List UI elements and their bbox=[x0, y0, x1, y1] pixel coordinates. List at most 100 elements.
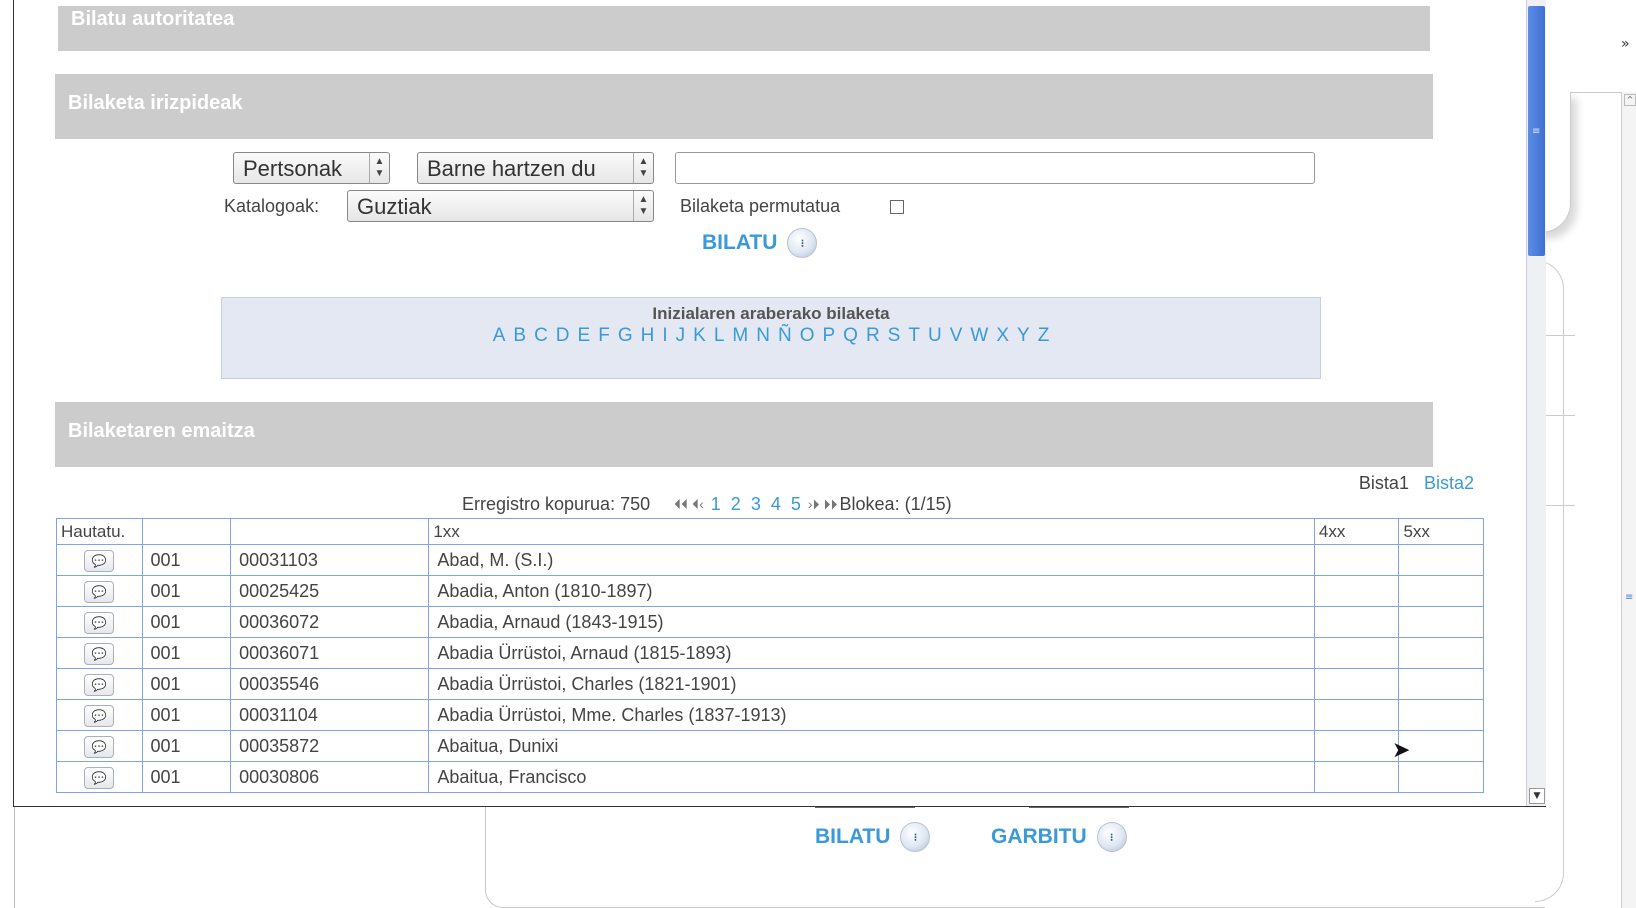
page-link[interactable]: 5 bbox=[791, 494, 801, 514]
table-row: 💬 001 00025425 Abadia, Anton (1810-1897) bbox=[56, 575, 1484, 607]
initial-letter-link[interactable]: C bbox=[534, 325, 548, 346]
initial-letter-link[interactable]: I bbox=[662, 325, 667, 346]
select-cell: 💬 bbox=[56, 637, 143, 669]
select-record-icon[interactable]: 💬 bbox=[84, 704, 115, 727]
id-cell: 00031103 bbox=[230, 544, 430, 576]
5xx-cell bbox=[1398, 668, 1484, 700]
criteria-title: Bilaketa irizpideak bbox=[68, 92, 243, 114]
first-page-icon[interactable]: ⏴⏴ bbox=[674, 496, 688, 513]
permuted-search-checkbox[interactable] bbox=[890, 200, 904, 214]
initial-letter-link[interactable]: Z bbox=[1038, 325, 1050, 346]
background-divider bbox=[1545, 505, 1575, 506]
previous-page-icon[interactable]: ⏴‹ bbox=[692, 496, 704, 513]
select-record-icon[interactable]: 💬 bbox=[84, 642, 115, 665]
initial-letter-link[interactable]: V bbox=[950, 325, 963, 346]
initial-letter-link[interactable]: Ñ bbox=[778, 325, 792, 346]
initial-letter-link[interactable]: K bbox=[693, 325, 706, 346]
initial-letter-link[interactable]: Q bbox=[843, 325, 858, 346]
4xx-cell bbox=[1313, 730, 1400, 762]
5xx-cell bbox=[1398, 761, 1484, 793]
initial-letter-link[interactable]: Y bbox=[1017, 325, 1030, 346]
initial-letter-link[interactable]: F bbox=[598, 325, 610, 346]
table-row: 💬 001 00035546 Abadia Ürrüstoi, Charles (18… bbox=[56, 668, 1484, 700]
catalog-select[interactable]: Guztiak ▲ ▼ bbox=[347, 190, 654, 222]
dots-icon: ⁝ bbox=[1096, 822, 1127, 852]
initial-letter-link[interactable]: B bbox=[513, 325, 526, 346]
initial-letter-link[interactable]: D bbox=[556, 325, 570, 346]
initial-letter-link[interactable]: R bbox=[866, 325, 880, 346]
initial-letter-link[interactable]: U bbox=[928, 325, 942, 346]
code-cell: 001 bbox=[141, 668, 232, 700]
page-link[interactable]: 4 bbox=[771, 494, 781, 514]
initial-letter-link[interactable]: M bbox=[732, 325, 748, 346]
id-cell: 00036071 bbox=[230, 637, 430, 669]
select-record-icon[interactable]: 💬 bbox=[84, 673, 115, 696]
scroll-thumb[interactable]: ≡ bbox=[1528, 6, 1545, 256]
select-record-icon[interactable]: 💬 bbox=[84, 549, 115, 572]
code-cell: 001 bbox=[141, 575, 232, 607]
select-arrows-icon: ▲ ▼ bbox=[633, 191, 653, 221]
id-cell: 00036072 bbox=[230, 606, 430, 638]
scroll-grip-icon: ≡ bbox=[1625, 592, 1634, 603]
page-links: 12345 bbox=[706, 494, 806, 515]
initial-letter-link[interactable]: H bbox=[641, 325, 655, 346]
background-scrollbar[interactable]: ^ ≡ bbox=[1621, 92, 1636, 908]
background-search-button[interactable]: BILATU ⁝ bbox=[815, 822, 931, 852]
select-record-icon[interactable]: 💬 bbox=[84, 580, 115, 603]
select-record-icon[interactable]: 💬 bbox=[84, 611, 115, 634]
search-input[interactable] bbox=[675, 152, 1315, 184]
scroll-grip-icon: ≡ bbox=[1532, 126, 1541, 137]
initial-letter-link[interactable]: E bbox=[578, 325, 591, 346]
catalog-label: Katalogoak: bbox=[224, 196, 320, 216]
page-link[interactable]: 1 bbox=[711, 494, 721, 514]
chevron-right-icon[interactable]: » bbox=[1621, 36, 1630, 52]
last-page-icon[interactable]: ⏵⏵ bbox=[824, 496, 838, 513]
type-select-value: Pertsonak bbox=[243, 156, 343, 181]
page-link[interactable]: 3 bbox=[751, 494, 761, 514]
dots-icon: ⁝ bbox=[900, 822, 931, 852]
select-cell: 💬 bbox=[56, 668, 143, 700]
initial-letter-link[interactable]: A bbox=[493, 325, 506, 346]
initial-letter-link[interactable]: S bbox=[888, 325, 901, 346]
initials-letters: ABCDEFGHIJKLMNÑOPQRSTUVWXYZ bbox=[222, 325, 1320, 347]
name-cell: Abadia Ürrüstoi, Charles (1821-1901) bbox=[428, 668, 1315, 700]
5xx-cell bbox=[1398, 606, 1484, 638]
search-button[interactable]: BILATU ⁝ bbox=[702, 228, 818, 258]
4xx-cell bbox=[1313, 575, 1400, 607]
scroll-up-icon[interactable]: ^ bbox=[1624, 94, 1636, 106]
select-record-icon[interactable]: 💬 bbox=[84, 735, 115, 758]
scroll-down-icon[interactable]: ▼ bbox=[1529, 788, 1545, 804]
record-count: Erregistro kopurua: 750 bbox=[462, 494, 651, 514]
initial-letter-link[interactable]: N bbox=[756, 325, 770, 346]
type-select[interactable]: Pertsonak ▲ ▼ bbox=[233, 152, 390, 184]
initial-letter-link[interactable]: O bbox=[800, 325, 815, 346]
select-cell: 💬 bbox=[56, 544, 143, 576]
initial-letter-link[interactable]: G bbox=[618, 325, 633, 346]
initial-letter-link[interactable]: W bbox=[970, 325, 988, 346]
initial-letter-link[interactable]: P bbox=[822, 325, 835, 346]
initial-letter-link[interactable]: T bbox=[908, 325, 920, 346]
background-search-label: BILATU bbox=[815, 825, 891, 848]
name-cell: Abadia Ürrüstoi, Arnaud (1815-1893) bbox=[428, 637, 1315, 669]
table-row: 💬 001 00031103 Abad, M. (S.I.) bbox=[56, 544, 1484, 576]
initial-letter-link[interactable]: X bbox=[996, 325, 1009, 346]
name-cell: Abadia, Arnaud (1843-1915) bbox=[428, 606, 1315, 638]
mouse-cursor-icon: ➤ bbox=[1392, 738, 1411, 763]
initial-letter-link[interactable]: L bbox=[714, 325, 725, 346]
permuted-search-label: Bilaketa permutatua bbox=[680, 196, 841, 216]
table-row: 💬 001 00036071 Abadia Ürrüstoi, Arnaud (181… bbox=[56, 637, 1484, 669]
name-cell: Abad, M. (S.I.) bbox=[428, 544, 1315, 576]
next-page-icon[interactable]: ›⏵ bbox=[808, 496, 820, 513]
pagination: Erregistro kopurua: 750 ⏴⏴ ⏴‹ 12345 ›⏵ ⏵… bbox=[462, 494, 952, 515]
select-record-icon[interactable]: 💬 bbox=[84, 766, 115, 789]
page-link[interactable]: 2 bbox=[731, 494, 741, 514]
view2-link[interactable]: Bista2 bbox=[1424, 473, 1474, 493]
mode-select-value: Barne hartzen du bbox=[427, 156, 596, 181]
name-cell: Abadia Ürrüstoi, Mme. Charles (1837-1913… bbox=[428, 699, 1315, 731]
popup-scrollbar[interactable]: ≡ ▼ bbox=[1526, 0, 1546, 806]
mode-select[interactable]: Barne hartzen du ▲ ▼ bbox=[417, 152, 654, 184]
column-header: 5xx bbox=[1398, 518, 1484, 545]
initial-letter-link[interactable]: J bbox=[676, 325, 686, 346]
code-cell: 001 bbox=[141, 730, 232, 762]
background-clear-button[interactable]: GARBITU ⁝ bbox=[991, 822, 1127, 852]
